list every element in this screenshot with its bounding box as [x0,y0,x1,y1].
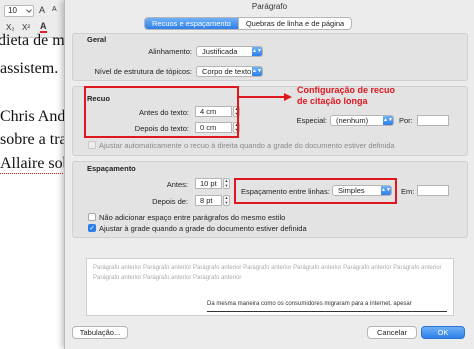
spacing-before-stepper[interactable]: ▲ ▼ [223,178,230,189]
doc-text-line: Chris Ande [0,108,73,125]
spacing-before-label: Antes: [166,180,188,189]
ok-button[interactable]: OK [421,326,465,339]
dialog-title: Parágrafo [251,2,288,11]
snap-to-grid-label: Ajustar à grade quando a grade do docume… [99,224,307,233]
auto-adjust-label: Ajustar automaticamente o recuo à direit… [99,141,395,150]
alignment-value: Justificada [202,47,238,56]
line-spacing-highlight-box [234,178,397,204]
preview-underline [207,311,447,312]
alignment-select[interactable]: Justificada ▲▼ [196,46,263,57]
special-label: Especial: [296,116,327,125]
outline-level-value: Corpo de texto [202,67,252,76]
doc-text-line: sobre a tra [0,131,67,148]
indent-highlight-box [84,86,239,138]
doc-text-line: dieta de m [0,32,65,49]
outline-level-select[interactable]: Corpo de texto ▲▼ [196,66,263,77]
font-size-value: 10 [8,6,17,15]
tab-line-page-breaks[interactable]: Quebras de linha e de página [237,18,351,29]
shrink-font-icon[interactable]: A [52,6,57,13]
special-select[interactable]: (nenhum) ▲▼ [330,115,394,126]
grow-font-icon[interactable]: A [39,5,45,15]
doc-text-line: Allaire sob [0,155,71,174]
by-input[interactable] [417,115,449,126]
superscript-icon[interactable]: X² [22,23,30,32]
annotation-line-2: de citação longa [297,96,368,106]
annotation-arrow-line [239,96,285,98]
spacing-after-input[interactable]: 8 pt [195,195,222,206]
spacing-after-label: Depois de: [152,197,188,206]
annotation-arrow-icon [284,93,292,101]
by-label: Por: [399,116,413,125]
annotation-line-1: Configuração de recuo [297,85,396,95]
auto-adjust-checkbox[interactable] [88,141,96,149]
tab-indents-spacing[interactable]: Recuos e espaçamento [145,18,238,29]
general-title: Geral [87,35,107,44]
paragraph-preview: Parágrafo anterior Parágrafo anterior Pa… [86,258,454,316]
em-input[interactable] [417,185,449,196]
spacing-title: Espaçamento [87,164,136,173]
em-label: Em: [401,187,415,196]
select-arrows-icon: ▲▼ [383,116,393,125]
alignment-label: Alinhamento: [148,47,192,56]
tabs-button[interactable]: Tabulação... [72,326,128,339]
select-arrows-icon: ▲▼ [252,47,262,56]
spacing-after-stepper[interactable]: ▲ ▼ [223,195,230,206]
cancel-button[interactable]: Cancelar [367,326,417,339]
special-value: (nenhum) [336,116,369,125]
no-space-same-style-checkbox[interactable] [88,213,96,221]
outline-level-label: Nível de estrutura de tópicos: [94,67,192,76]
tab-bar: Recuos e espaçamento Quebras de linha e … [144,17,353,30]
paragraph-dialog: Parágrafo Recuos e espaçamento Quebras d… [64,0,474,349]
preview-previous-text: Parágrafo anterior Parágrafo anterior Pa… [93,265,442,281]
select-arrows-icon: ▲▼ [252,67,262,76]
spacing-before-input[interactable]: 10 pt [195,178,222,189]
snap-to-grid-checkbox[interactable]: ✓ [88,224,96,232]
no-space-same-style-label: Não adicionar espaço entre parágrafos do… [99,213,286,222]
preview-current-text: Da mesma maneira como os consumidores mi… [207,301,412,307]
subscript-icon[interactable]: X₂ [6,23,14,32]
doc-text-line: assistem. [0,60,59,77]
